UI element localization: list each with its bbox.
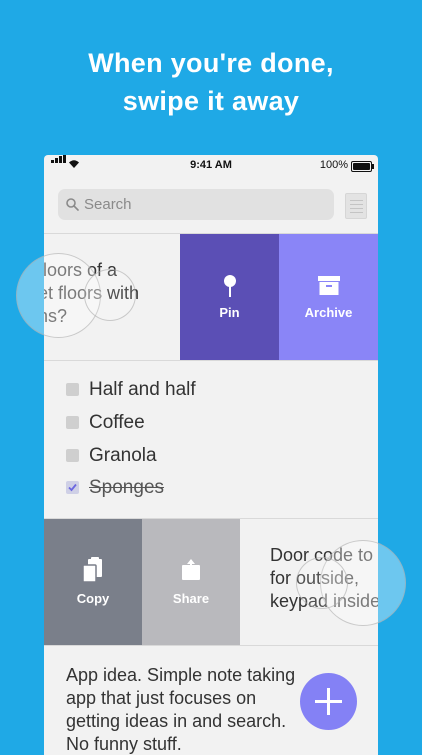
note-3-line-3: getting ideas in and search.	[66, 711, 287, 731]
checkbox[interactable]	[66, 449, 79, 462]
copy-button[interactable]: Copy	[44, 519, 142, 645]
touch-indicator-trail	[84, 269, 136, 321]
checklist-item-label: Sponges	[89, 477, 165, 498]
pin-icon	[224, 275, 236, 297]
phone-screen: 9:41 AM 100% Search floors of a et floor…	[44, 155, 378, 755]
touch-indicator-trail	[296, 557, 348, 609]
search-icon	[66, 198, 79, 211]
copy-clipboard-icon	[82, 557, 102, 583]
checklist-item-label: Granola	[89, 445, 157, 466]
battery-icon	[351, 161, 374, 172]
share-icon	[182, 559, 200, 580]
checklist-item-label: Coffee	[89, 412, 145, 433]
copy-label: Copy	[76, 591, 110, 606]
status-bar: 9:41 AM 100%	[44, 155, 378, 177]
checklist-item-label: Half and half	[89, 379, 196, 400]
headline-line-1: When you're done,	[88, 48, 334, 78]
list-view-button[interactable]	[345, 193, 367, 219]
checkmark-icon	[68, 483, 77, 492]
headline: When you're done, swipe it away	[0, 44, 422, 120]
search-input[interactable]: Search	[58, 189, 334, 220]
checkbox-checked[interactable]	[66, 481, 79, 494]
search-placeholder: Search	[84, 196, 132, 213]
archive-box-icon	[318, 276, 340, 295]
battery-percent: 100%	[319, 159, 348, 171]
share-button[interactable]: Share	[142, 519, 240, 645]
note-3-line-1: App idea. Simple note taking	[66, 665, 296, 685]
pin-label: Pin	[219, 305, 240, 320]
headline-line-2: swipe it away	[122, 86, 300, 116]
share-label: Share	[172, 591, 210, 606]
pin-button[interactable]: Pin	[180, 234, 279, 360]
note-3-line-2: app that just focuses on	[66, 688, 257, 708]
checkbox[interactable]	[66, 416, 79, 429]
archive-button[interactable]: Archive	[279, 234, 378, 360]
note-3-line-4: No funny stuff.	[66, 734, 182, 754]
checkbox[interactable]	[66, 383, 79, 396]
checklist-card[interactable]: Half and half Coffee Granola Sponges	[44, 361, 378, 518]
add-note-button[interactable]	[300, 673, 357, 730]
archive-label: Archive	[304, 305, 353, 320]
